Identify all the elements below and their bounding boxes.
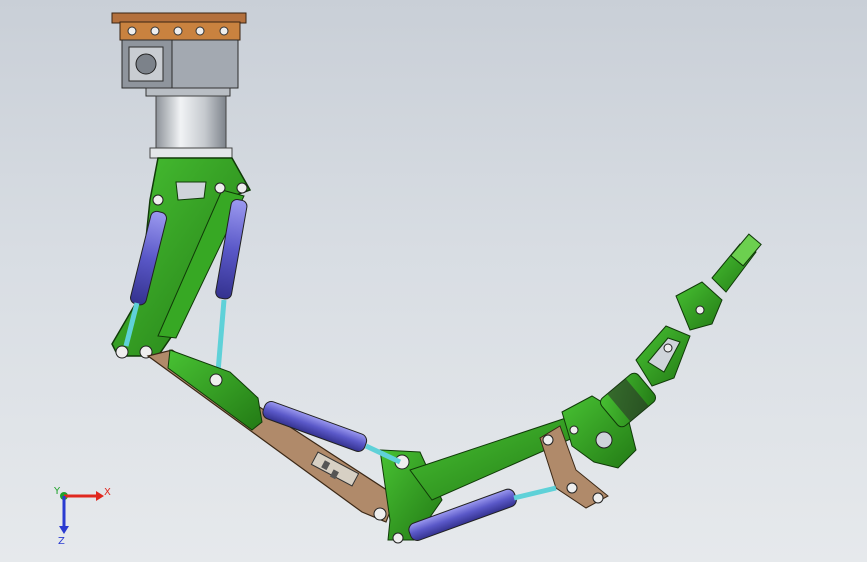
triad-x-label: X [104,487,111,498]
cad-viewport[interactable]: X Y Z [0,0,867,562]
triad-x-arrow [96,491,104,501]
triad-y-label: Y [53,486,61,497]
triad-z-label: Z [58,536,65,547]
orientation-triad[interactable]: X Y Z [0,0,867,562]
triad-z-arrow [59,526,69,534]
